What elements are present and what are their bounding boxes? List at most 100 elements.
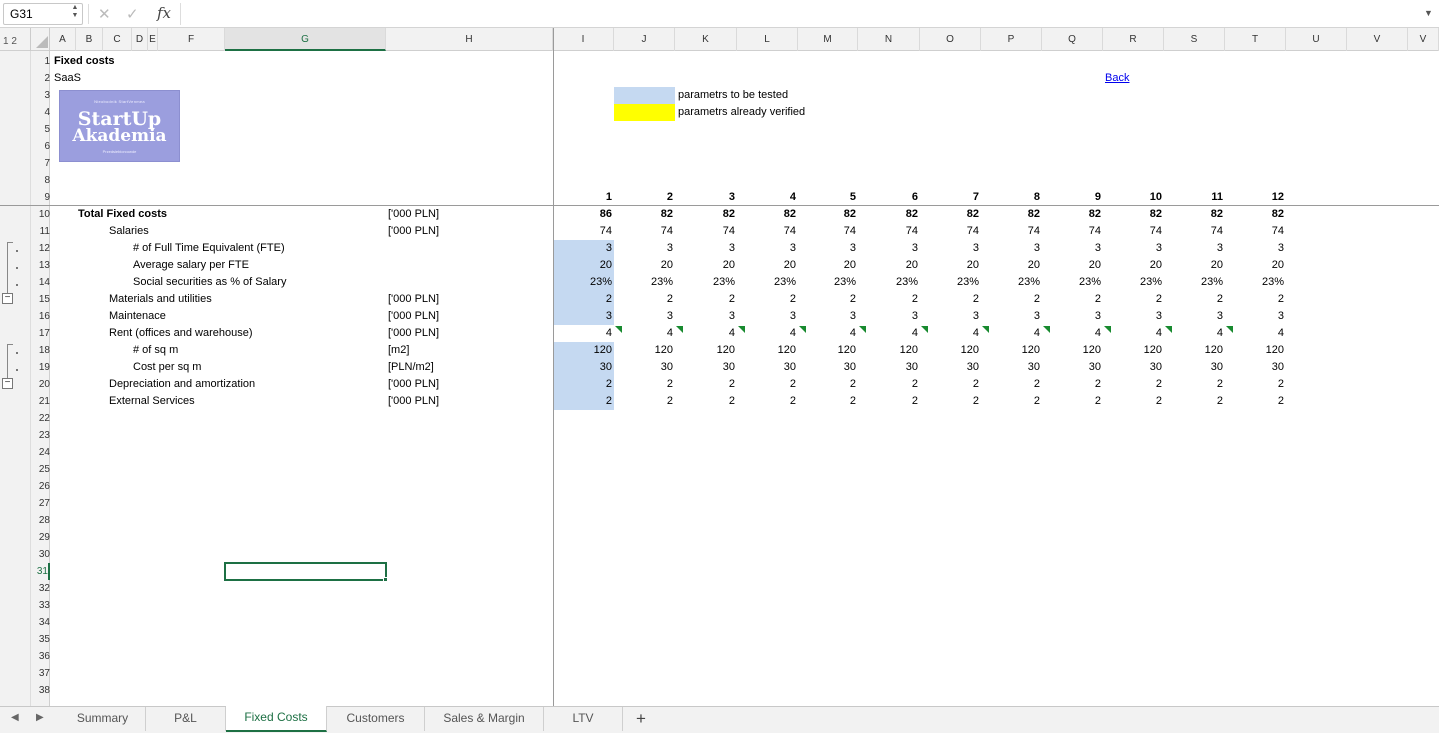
value-cell[interactable]: 3 [617,308,673,325]
row-header-4[interactable]: 4 [31,104,50,121]
value-cell[interactable]: 3 [1228,240,1284,257]
value-cell[interactable]: 74 [679,223,735,240]
value-cell[interactable]: 2 [984,291,1040,308]
value-cell[interactable]: 3 [617,240,673,257]
row-header-14[interactable]: 14 [31,274,50,291]
fill-handle[interactable] [383,577,388,582]
row-unit[interactable]: [m2] [388,342,409,359]
cancel-icon[interactable]: ✕ [98,5,111,23]
row-label[interactable]: Total Fixed costs [78,206,167,223]
value-cell[interactable]: 4 [679,325,735,342]
value-cell[interactable]: 3 [1045,308,1101,325]
back-link-text[interactable]: Back [1105,72,1129,84]
row-header-28[interactable]: 28 [31,512,50,529]
value-cell[interactable]: 23% [1228,274,1284,291]
value-cell[interactable]: 4 [617,325,673,342]
value-cell[interactable]: 74 [862,223,918,240]
value-cell[interactable]: 20 [679,257,735,274]
column-header-k[interactable]: K [675,28,737,51]
value-cell[interactable]: 23% [984,274,1040,291]
value-cell[interactable]: 4 [800,325,856,342]
value-cell[interactable]: 20 [1045,257,1101,274]
column-header-g[interactable]: G [225,28,386,51]
value-cell[interactable]: 23% [1106,274,1162,291]
back-link[interactable]: Back [1105,70,1129,87]
value-cell[interactable]: 23% [862,274,918,291]
row-unit[interactable]: ['000 PLN] [388,223,439,240]
period-header[interactable]: 8 [984,189,1040,206]
value-cell[interactable]: 3 [556,308,612,325]
period-header[interactable]: 1 [556,189,612,206]
column-header-t[interactable]: T [1225,28,1286,51]
value-cell[interactable]: 2 [740,376,796,393]
value-cell[interactable]: 82 [984,206,1040,223]
value-cell[interactable]: 3 [984,308,1040,325]
value-cell[interactable]: 120 [984,342,1040,359]
value-cell[interactable]: 3 [862,308,918,325]
selected-cell[interactable] [224,562,387,581]
value-cell[interactable]: 30 [923,359,979,376]
collapse-group-button[interactable]: − [2,378,13,389]
row-header-16[interactable]: 16 [31,308,50,325]
column-header-r[interactable]: R [1103,28,1164,51]
row-header-8[interactable]: 8 [31,172,50,189]
value-cell[interactable]: 2 [1228,376,1284,393]
value-cell[interactable]: 23% [800,274,856,291]
row-label[interactable]: External Services [109,393,195,410]
value-cell[interactable]: 2 [984,393,1040,410]
value-cell[interactable]: 30 [617,359,673,376]
legend-swatch-verified[interactable] [614,104,675,121]
row-header-36[interactable]: 36 [31,648,50,665]
value-cell[interactable]: 120 [1045,342,1101,359]
period-header[interactable]: 11 [1167,189,1223,206]
select-all-icon[interactable] [36,36,48,48]
column-header-j[interactable]: J [614,28,675,51]
name-box-stepper-icon[interactable]: ▲ ▼ [70,4,80,22]
legend-label-verified[interactable]: parametrs already verified [678,104,805,121]
row-header-35[interactable]: 35 [31,631,50,648]
sheet-tab-sales-margin[interactable]: Sales & Margin [425,707,544,731]
value-cell[interactable]: 4 [1167,325,1223,342]
row-label[interactable]: Depreciation and amortization [109,376,255,393]
row-header-18[interactable]: 18 [31,342,50,359]
sheet-tab-ltv[interactable]: LTV [544,707,623,731]
row-label[interactable]: Salaries [109,223,149,240]
period-header[interactable]: 7 [923,189,979,206]
value-cell[interactable]: 2 [1228,291,1284,308]
row-unit[interactable]: ['000 PLN] [388,206,439,223]
value-cell[interactable]: 86 [556,206,612,223]
value-cell[interactable]: 74 [556,223,612,240]
value-cell[interactable]: 30 [1045,359,1101,376]
period-header[interactable]: 9 [1045,189,1101,206]
period-header[interactable]: 6 [862,189,918,206]
value-cell[interactable]: 120 [556,342,612,359]
value-cell[interactable]: 2 [862,376,918,393]
value-cell[interactable]: 2 [617,376,673,393]
value-cell[interactable]: 2 [984,376,1040,393]
value-cell[interactable]: 74 [1106,223,1162,240]
column-header-l[interactable]: L [737,28,798,51]
value-cell[interactable]: 120 [617,342,673,359]
value-cell[interactable]: 4 [556,325,612,342]
value-cell[interactable]: 120 [1106,342,1162,359]
row-header-29[interactable]: 29 [31,529,50,546]
sheet-tab-p-l[interactable]: P&L [146,707,226,731]
value-cell[interactable]: 2 [1045,376,1101,393]
column-header-b[interactable]: B [76,28,103,51]
value-cell[interactable]: 74 [1045,223,1101,240]
row-unit[interactable]: ['000 PLN] [388,291,439,308]
value-cell[interactable]: 20 [740,257,796,274]
value-cell[interactable]: 82 [1045,206,1101,223]
value-cell[interactable]: 30 [740,359,796,376]
column-header-u[interactable]: U [1286,28,1347,51]
period-header[interactable]: 3 [679,189,735,206]
legend-swatch-tested[interactable] [614,87,675,104]
value-cell[interactable]: 2 [1045,393,1101,410]
row-label[interactable]: # of sq m [133,342,178,359]
column-header-m[interactable]: M [798,28,858,51]
value-cell[interactable]: 82 [1228,206,1284,223]
column-header-d[interactable]: D [132,28,148,51]
value-cell[interactable]: 2 [617,291,673,308]
value-cell[interactable]: 3 [984,240,1040,257]
value-cell[interactable]: 2 [923,291,979,308]
